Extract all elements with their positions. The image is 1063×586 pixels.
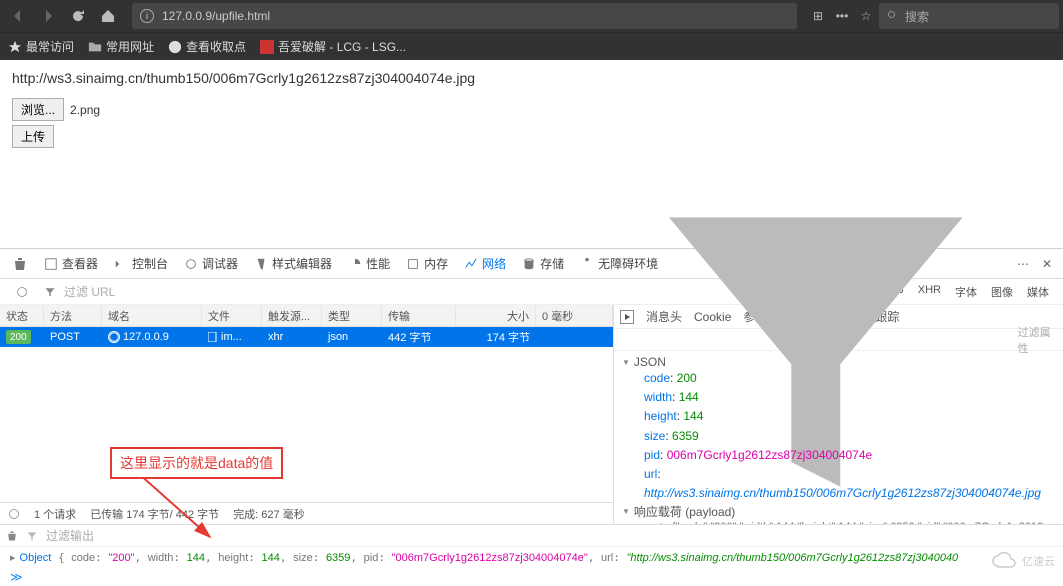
network-header: 状态 方法 域名 文件 触发源... 类型 传输 大小 0 毫秒 [0, 305, 613, 327]
trash-icon[interactable] [6, 250, 34, 278]
json-viewer: JSON code: 200 width: 144 height: 144 si… [614, 351, 1063, 524]
annotation-arrow [0, 327, 270, 547]
most-visited[interactable]: 最常访问 [8, 38, 74, 55]
favicon-icon [260, 40, 274, 54]
response-filter: 过滤属性 [614, 329, 1063, 351]
wuai-bookmark[interactable]: 吾爱破解 - LCG - LSG... [260, 38, 406, 55]
site-info-icon[interactable]: i [140, 9, 154, 23]
tab-console[interactable]: 控制台 [108, 251, 174, 276]
star-icon[interactable]: ☆ [855, 5, 877, 27]
filter-url-input[interactable] [64, 285, 402, 299]
tab-network[interactable]: 网络 [458, 251, 512, 276]
browse-button[interactable]: 浏览... [12, 98, 64, 121]
json-root[interactable]: JSON [622, 355, 1055, 369]
search-placeholder: 搜索 [905, 8, 929, 25]
reload-button[interactable] [64, 2, 92, 30]
home-button[interactable] [94, 2, 122, 30]
filter-icon[interactable] [44, 286, 56, 298]
browser-toolbar: i 127.0.0.9/upfile.html ⊞ ••• ☆ 搜索 [0, 0, 1063, 32]
watermark: 亿速云 [990, 552, 1055, 570]
file-name: 2.png [70, 103, 100, 117]
payload-root[interactable]: 响应载荷 (payload) [622, 503, 1055, 520]
tab-performance[interactable]: 性能 [342, 251, 396, 276]
tab-memory[interactable]: 内存 [400, 251, 454, 276]
cloud-icon [990, 552, 1018, 570]
common-sites[interactable]: 常用网址 [88, 38, 154, 55]
forward-button[interactable] [34, 2, 62, 30]
tab-debugger[interactable]: 调试器 [178, 251, 244, 276]
url-bar[interactable]: i 127.0.0.9/upfile.html [132, 3, 797, 29]
tab-storage[interactable]: 存储 [516, 251, 570, 276]
bookmarks-bar: 最常访问 常用网址 查看收取点 吾爱破解 - LCG - LSG... [0, 32, 1063, 60]
devtools-options-icon[interactable]: ⋯ [1013, 254, 1033, 274]
response-url: http://ws3.sinaimg.cn/thumb150/006m7Gcrl… [12, 70, 1051, 86]
console-line[interactable]: ▸Object { code: "200", width: 144, heigh… [0, 547, 1063, 568]
tab-inspector[interactable]: 查看器 [38, 251, 104, 276]
tab-style[interactable]: 样式编辑器 [248, 251, 338, 276]
url-text: 127.0.0.9/upfile.html [162, 9, 270, 23]
search-box[interactable]: 搜索 [879, 3, 1059, 29]
devtools: 查看器 控制台 调试器 样式编辑器 性能 内存 网络 存储 无障碍环境 ⋯ ✕ … [0, 248, 1063, 586]
menu-dots-icon[interactable]: ••• [831, 5, 853, 27]
search-icon [887, 10, 899, 22]
annotation-box: 这里显示的就是data的值 [110, 447, 283, 479]
back-button[interactable] [4, 2, 32, 30]
reader-icon[interactable]: ⊞ [807, 5, 829, 27]
view-cancel[interactable]: 查看收取点 [168, 38, 246, 55]
clear-icon[interactable] [8, 278, 36, 306]
devtools-close-icon[interactable]: ✕ [1037, 254, 1057, 274]
console-prompt[interactable]: ≫ [0, 568, 1063, 586]
upload-button[interactable]: 上传 [12, 125, 54, 148]
pill-media[interactable]: 媒体 [1021, 282, 1055, 302]
